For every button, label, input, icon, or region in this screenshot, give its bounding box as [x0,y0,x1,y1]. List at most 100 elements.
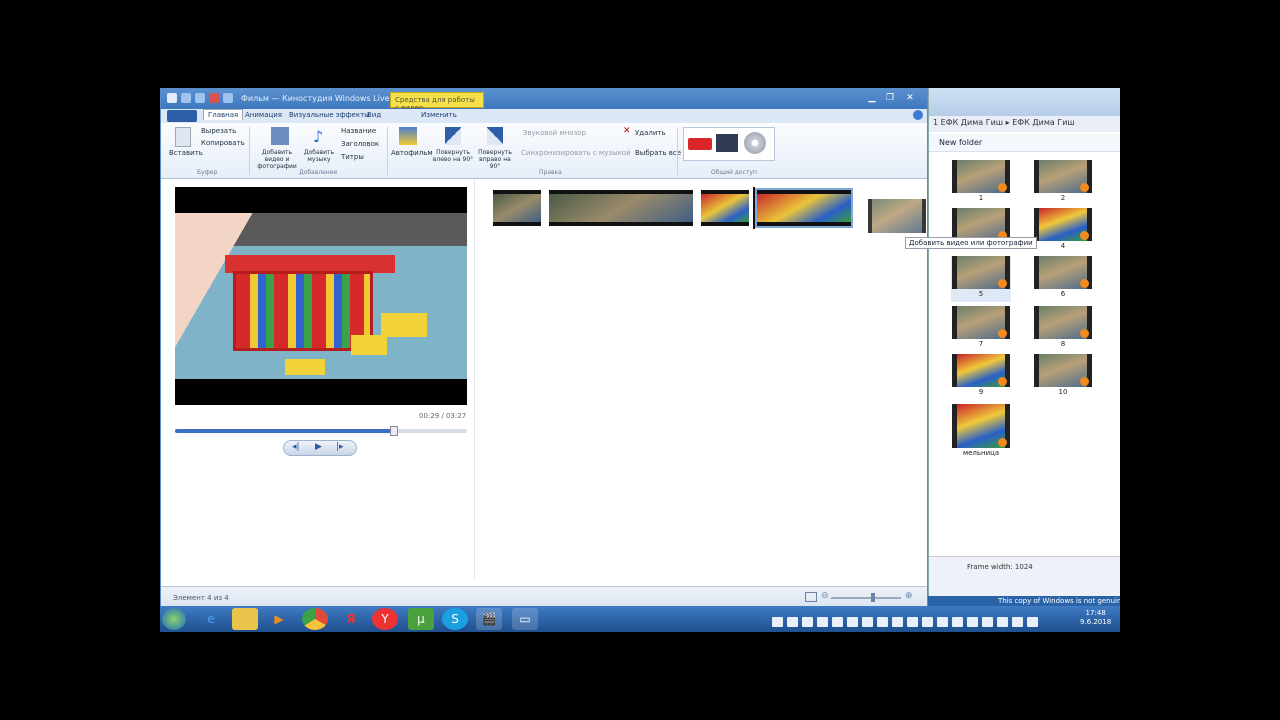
monitor-icon[interactable] [716,134,738,152]
yandex-icon[interactable]: Я [338,608,364,630]
file-thumb-6[interactable]: 6 [1033,256,1093,302]
minimize-button[interactable]: ▁ [863,92,881,104]
file-thumb-4[interactable]: 4 [1033,208,1093,254]
windows-genuine-notice: This copy of Windows is not genuine [998,597,1120,605]
save-icon[interactable] [181,93,191,103]
file-menu-button[interactable] [167,110,197,122]
timeline-cursor [753,187,755,229]
movie-maker-taskbar-icon[interactable]: 🎬 [476,608,502,630]
title-bar: Фильм — Киностудия Windows Live Средства… [161,89,927,112]
automovie-button[interactable]: Автофильм [391,149,433,157]
play-icon[interactable]: ▶ [315,442,322,452]
dvd-icon[interactable] [744,132,766,154]
storyboard-view-icon[interactable] [805,592,817,602]
utorrent-icon[interactable]: µ [408,608,434,630]
explorer-address-bar[interactable]: 1 ЕФК Дима Гиш ▸ ЕФК Дима Гиш [929,116,1120,132]
explorer-titlebar [929,88,1120,116]
context-tab-label: Средства для работы с видео [390,92,484,112]
youtube-icon[interactable] [688,138,712,150]
narration-button[interactable]: Звуковой мнозор [523,129,586,137]
tab-home[interactable]: Главная [203,109,244,120]
previous-frame-icon[interactable]: ◂| [292,442,300,452]
file-explorer-icon[interactable] [232,608,258,630]
explorer-taskbar-icon[interactable]: ▭ [512,608,538,630]
file-thumb-9[interactable]: 9 [951,354,1011,400]
taskbar: e ▶ Я Y µ S 🎬 ▭ 17:48 9.6.2018 [160,606,1120,632]
seek-bar[interactable] [175,426,467,436]
status-text: Элемент 4 из 4 [173,594,229,602]
redo-icon[interactable] [209,93,219,103]
undo-icon[interactable] [195,93,205,103]
yandex-browser-icon[interactable]: Y [372,608,398,630]
paste-icon[interactable] [175,127,191,147]
automovie-icon[interactable] [399,127,417,145]
playback-controls: ◂| ▶ |▸ [283,440,357,456]
tab-visual-effects[interactable]: Визуальные эффекты [289,111,370,119]
internet-explorer-icon[interactable]: e [198,608,224,630]
rotate-right-button[interactable]: Повернуть вправо на 90° [473,149,517,170]
sync-music-button[interactable]: Синхронизировать с музыкой [521,149,631,157]
clock-time: 17:48 [1085,609,1106,617]
title-button[interactable]: Название [341,127,376,135]
new-folder-button[interactable]: New folder [929,134,1120,152]
dragged-clip[interactable] [868,199,926,233]
taskbar-clock[interactable]: 17:48 9.6.2018 [1080,609,1111,627]
tab-animation[interactable]: Анимация [245,111,282,119]
cut-button[interactable]: Вырезать [201,127,236,135]
close-button[interactable]: ✕ [901,92,919,104]
zoom-out-icon[interactable]: ⊖ [821,591,829,601]
explorer-window: 1 ЕФК Дима Гиш ▸ ЕФК Дима Гиш New folder… [928,88,1120,596]
film-icon[interactable] [271,127,289,145]
tab-view[interactable]: Вид [367,111,381,119]
share-group-label: Общий доступ [711,169,757,176]
rotate-right-icon[interactable] [487,127,503,145]
tab-edit[interactable]: Изменить [421,111,457,119]
clipboard-group-label: Буфер [197,169,218,176]
next-frame-icon[interactable]: |▸ [336,442,344,452]
status-bar: Элемент 4 из 4 ⊖ ⊕ [161,586,927,608]
file-thumb-1[interactable]: 1 [951,160,1011,206]
timeline-clip[interactable] [549,190,693,226]
window-title: Фильм — Киностудия Windows Live [241,94,390,103]
delete-button[interactable]: Удалить [635,129,666,137]
delete-icon[interactable]: ✕ [623,126,631,136]
rotate-left-button[interactable]: Повернуть влево на 90° [431,149,475,163]
chrome-icon[interactable] [302,608,328,630]
timeline-clip[interactable] [493,190,541,226]
zoom-in-icon[interactable]: ⊕ [905,591,913,601]
file-thumb-10[interactable]: 10 [1033,354,1093,400]
media-player-icon[interactable]: ▶ [266,608,292,630]
system-tray[interactable] [772,612,1062,627]
zoom-slider[interactable] [831,593,901,602]
timeline-clip[interactable] [701,190,749,226]
add-music-button[interactable]: Добавить музыку [303,149,335,163]
video-preview[interactable] [175,187,467,405]
add-media-button[interactable]: Добавить видео и фотографии [253,149,301,170]
help-icon[interactable] [913,110,923,120]
rotate-left-icon[interactable] [445,127,461,145]
share-gallery[interactable] [683,127,775,161]
ribbon: Вставить Вырезать Копировать Буфер Добав… [161,123,927,179]
music-note-icon[interactable]: ♪ [313,127,325,146]
app-menu-icon[interactable] [167,93,177,103]
maximize-button[interactable]: ❐ [881,92,899,104]
start-button[interactable] [162,608,186,630]
file-thumb-2[interactable]: 2 [1033,160,1093,206]
timeline-clip-selected[interactable] [755,188,853,228]
seek-thumb[interactable] [390,426,398,436]
file-thumb-5[interactable]: 5 [951,256,1011,302]
caption-button[interactable]: Заголовок [341,140,379,148]
explorer-details-pane: Frame width: 1024 [929,556,1120,596]
paste-button[interactable]: Вставить [169,149,203,157]
select-all-button[interactable]: Выбрать все [635,149,681,157]
file-thumb-melnitsa[interactable]: мельница [951,404,1011,460]
movie-maker-window: Фильм — Киностудия Windows Live Средства… [160,88,1037,608]
credits-button[interactable]: Титры [341,153,364,161]
playback-time: 00:29 / 03:27 [419,412,467,420]
file-thumb-8[interactable]: 8 [1033,306,1093,352]
file-thumb-7[interactable]: 7 [951,306,1011,352]
dropdown-icon[interactable] [223,93,233,103]
skype-icon[interactable]: S [442,608,468,630]
copy-button[interactable]: Копировать [201,139,245,147]
ribbon-tabs: Главная Анимация Визуальные эффекты Вид … [161,109,927,123]
